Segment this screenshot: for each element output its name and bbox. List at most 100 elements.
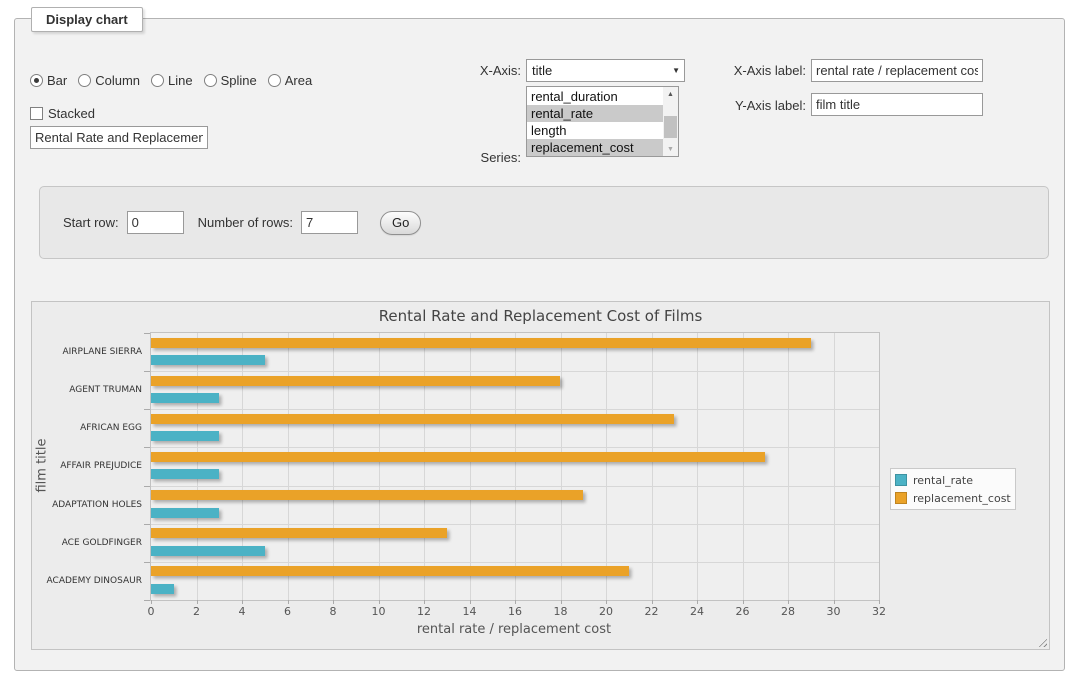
gridline: [151, 447, 879, 448]
x-tick-label: 24: [690, 605, 704, 618]
x-tick-label: 14: [463, 605, 477, 618]
chart-type-radio-area[interactable]: Area: [268, 73, 312, 88]
gridline: [424, 333, 425, 600]
stacked-label: Stacked: [48, 106, 95, 121]
chart-type-radio-bar[interactable]: Bar: [30, 73, 67, 88]
series-option-replacement_cost[interactable]: replacement_cost: [527, 139, 663, 156]
x-tick-label: 6: [284, 605, 291, 618]
gridline: [515, 333, 516, 600]
x-axis-select[interactable]: title ▼: [526, 59, 685, 82]
x-axis-label-field-label: X-Axis label:: [706, 63, 806, 79]
bar-replacement_cost: [151, 338, 811, 348]
y-category-label: ADAPTATION HOLES: [32, 486, 142, 524]
legend-item-rental_rate: rental_rate: [895, 471, 1011, 489]
x-tick-label: 20: [599, 605, 613, 618]
resize-handle-icon[interactable]: [1036, 636, 1047, 647]
tick-mark: [333, 600, 334, 604]
tick-mark: [834, 600, 835, 604]
chart-legend: rental_ratereplacement_cost: [890, 468, 1016, 510]
tick-mark: [606, 600, 607, 604]
y-category-label: ACE GOLDFINGER: [32, 524, 142, 562]
radio-icon[interactable]: [204, 74, 217, 87]
bar-rental_rate: [151, 431, 219, 441]
chart-title-input[interactable]: [30, 126, 208, 149]
chevron-down-icon: ▼: [672, 66, 680, 75]
y-category-label: AFFAIR PREJUDICE: [32, 447, 142, 485]
gridline: [151, 562, 879, 563]
series-listbox-options: rental_durationrental_ratelengthreplacem…: [527, 88, 663, 156]
x-tick-label: 32: [872, 605, 886, 618]
number-of-rows-label: Number of rows:: [198, 215, 293, 230]
legend-swatch: [895, 492, 907, 504]
x-tick-label: 12: [417, 605, 431, 618]
bar-replacement_cost: [151, 528, 447, 538]
bar-replacement_cost: [151, 414, 674, 424]
scrollbar-thumb[interactable]: [664, 116, 677, 138]
x-tick-label: 28: [781, 605, 795, 618]
radio-icon[interactable]: [268, 74, 281, 87]
radio-label: Column: [95, 73, 140, 88]
tick-mark: [242, 600, 243, 604]
tick-mark: [515, 600, 516, 604]
number-of-rows-input[interactable]: [301, 211, 358, 234]
plot-area: [150, 332, 880, 601]
bar-replacement_cost: [151, 566, 629, 576]
gridline: [652, 333, 653, 600]
y-category-label: ACADEMY DINOSAUR: [32, 562, 142, 600]
tick-mark: [379, 600, 380, 604]
chart-type-radio-spline[interactable]: Spline: [204, 73, 257, 88]
bar-rental_rate: [151, 469, 219, 479]
tick-mark: [197, 600, 198, 604]
gridline: [197, 333, 198, 600]
chart-type-radio-column[interactable]: Column: [78, 73, 140, 88]
legend-item-replacement_cost: replacement_cost: [895, 489, 1011, 507]
gridline: [606, 333, 607, 600]
series-listbox-label: Series:: [451, 150, 521, 166]
stacked-checkbox[interactable]: [30, 107, 43, 120]
chart-container: Rental Rate and Replacement Cost of Film…: [31, 301, 1050, 650]
x-axis-label-input[interactable]: [811, 59, 983, 82]
y-axis-label-field-label: Y-Axis label:: [706, 98, 806, 114]
gridline: [834, 333, 835, 600]
panel-title: Display chart: [31, 7, 143, 32]
scroll-down-icon[interactable]: ▼: [663, 142, 678, 156]
gridline: [151, 486, 879, 487]
stacked-option[interactable]: Stacked: [30, 106, 95, 121]
gridline: [151, 371, 879, 372]
radio-icon[interactable]: [151, 74, 164, 87]
radio-icon[interactable]: [30, 74, 43, 87]
bar-rental_rate: [151, 355, 265, 365]
x-axis-ticks: 02468101214161820222426283032: [151, 605, 879, 618]
chart-type-radio-line[interactable]: Line: [151, 73, 193, 88]
gridline: [151, 524, 879, 525]
series-option-length[interactable]: length: [527, 122, 663, 139]
x-axis-select-label: X-Axis:: [441, 63, 521, 79]
gridline: [288, 333, 289, 600]
gridline: [470, 333, 471, 600]
x-tick-label: 26: [736, 605, 750, 618]
radio-icon[interactable]: [78, 74, 91, 87]
tick-mark: [288, 600, 289, 604]
chart-title: Rental Rate and Replacement Cost of Film…: [32, 307, 1049, 325]
display-chart-panel: Display chart BarColumnLineSplineArea St…: [14, 18, 1065, 671]
scroll-up-icon[interactable]: ▲: [663, 87, 678, 101]
bar-rental_rate: [151, 546, 265, 556]
radio-label: Line: [168, 73, 193, 88]
x-tick-label: 18: [554, 605, 568, 618]
series-option-rental_rate[interactable]: rental_rate: [527, 105, 663, 122]
y-category-label: AFRICAN EGG: [32, 409, 142, 447]
bar-replacement_cost: [151, 490, 583, 500]
tick-mark: [743, 600, 744, 604]
start-row-input[interactable]: [127, 211, 184, 234]
gridline: [242, 333, 243, 600]
tick-mark: [561, 600, 562, 604]
y-axis-label-input[interactable]: [811, 93, 983, 116]
bar-rental_rate: [151, 584, 174, 594]
series-listbox[interactable]: rental_durationrental_ratelengthreplacem…: [526, 86, 679, 157]
gridline: [743, 333, 744, 600]
x-tick-label: 8: [330, 605, 337, 618]
go-button[interactable]: Go: [380, 211, 421, 235]
series-listbox-scrollbar[interactable]: ▲ ▼: [663, 87, 678, 156]
bar-rental_rate: [151, 508, 219, 518]
series-option-rental_duration[interactable]: rental_duration: [527, 88, 663, 105]
